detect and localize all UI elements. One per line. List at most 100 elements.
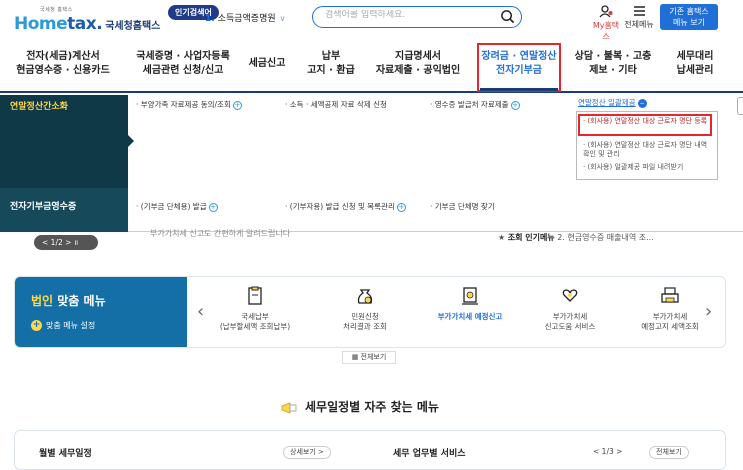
nav-label: 상담 · 불복 · 고충 [574, 51, 652, 62]
quick-sublabel: 예정고지 세액조회 [641, 322, 699, 331]
sidebar-item-donation-receipt[interactable]: 전자기부금영수증 [10, 199, 76, 212]
submenu-register-employees[interactable]: · (회사용) 연말정산 대상 근로자 명단 등록 [583, 117, 713, 126]
chevron-down-icon[interactable]: ∨ [280, 14, 286, 23]
quick-sublabel: 신고도움 서비스 [544, 322, 596, 331]
active-nav-highlight [477, 43, 561, 92]
quick-label: 부가가치세 예정신고 [437, 312, 503, 321]
link-text: · (기부자용) 발급 신청 및 목록관리 [285, 202, 395, 211]
side-scroll-tab[interactable] [737, 97, 743, 115]
quick-label: 국세납부 [241, 312, 269, 321]
all-menu-label: 전체메뉴 [624, 20, 654, 29]
user-icon [599, 5, 613, 18]
nav-item-payment-statements[interactable]: 지급명세서자료제출 · 공익법인 [370, 50, 466, 78]
popular-search-term[interactable]: 1. 소득금액증명원 ∨ [205, 11, 286, 24]
nav-item-tax-filing[interactable]: 세금신고 [244, 57, 290, 71]
link-text: 연말정산 일괄제공 [578, 98, 636, 107]
donor-request-link[interactable]: · (기부자용) 발급 신청 및 목록관리 + [285, 201, 406, 212]
receipt-icon [462, 287, 478, 305]
sidebar-item-year-end[interactable]: 연말정산간소화 [10, 99, 68, 112]
link-text: · 부양가족 자료제공 동의/조회 [136, 100, 231, 109]
carousel-prev-icon[interactable]: ‹ [197, 301, 204, 322]
search-box [312, 6, 522, 28]
nav-item-certificates[interactable]: 국세증명 · 사업자등록 세금관련 신청/신고 [128, 50, 238, 78]
monthly-schedule-title: 월별 세무일정 [39, 449, 92, 459]
quick-menu-vat-help[interactable]: 부가가치세 신고도움 서비스 [520, 285, 620, 332]
link-text: · (기부금 단체용) 발급 [136, 202, 207, 211]
all-view-label: 전체보기 [360, 353, 387, 361]
quick-label: 부가가치세 [552, 312, 588, 321]
nav-label: 전자(세금)계산서 [26, 51, 100, 62]
corp-menu-title: 법인 맞춤 메뉴 [31, 294, 106, 308]
quick-label: 부가가치세 [652, 312, 688, 321]
ticker-text: 2. 현금영수증 매출내역 조... [557, 233, 654, 242]
logo-suffix: 국세청홈택스 [105, 21, 161, 32]
all-menu-button[interactable]: 전체메뉴 [624, 5, 654, 30]
corp-menu-all-view-button[interactable]: ▦ 전체보기 [342, 351, 396, 364]
nav-item-payment[interactable]: 납부고지 · 환급 [296, 50, 366, 78]
active-nav-underline [480, 88, 558, 91]
active-section-arrow [128, 135, 134, 147]
donation-org-issue-link[interactable]: · (기부금 단체용) 발급 + [136, 201, 218, 212]
main-nav: 전자(세금)계산서현금영수증 · 신용카드 국세증명 · 사업자등록 세금관련 신… [0, 40, 743, 93]
nav-sublabel: 현금영수증 · 신용카드 [16, 65, 110, 76]
hamburger-icon [633, 6, 645, 16]
nav-sublabel: 자료제출 · 공익법인 [375, 65, 461, 76]
deduction-delete-link[interactable]: · 소득 · 세액공제 자료 삭제 신청 [285, 99, 387, 110]
quick-menu-tax-payment[interactable]: 국세납부 (납부할세액 조회납부) [205, 285, 305, 332]
nav-item-e-invoice[interactable]: 전자(세금)계산서현금영수증 · 신용카드 [16, 50, 110, 78]
dependent-consent-link[interactable]: · 부양가족 자료제공 동의/조회 + [136, 99, 242, 110]
schedule-card: 월별 세무일정 상세보기 > 세무 업무별 서비스 < 1/3 > 전체보기 [14, 430, 726, 470]
nav-item-consulting[interactable]: 상담 · 불복 · 고충제보 · 기타 [570, 50, 656, 78]
schedule-pager[interactable]: < 1/3 > [593, 447, 622, 456]
plus-icon: + [396, 202, 406, 212]
quick-sublabel: (납부할세액 조회납부) [219, 322, 291, 331]
link-text: · 영수증 발급처 자료제출 [430, 100, 509, 109]
money-bag-icon [357, 289, 373, 304]
schedule-all-view-button[interactable]: 전체보기 [649, 446, 689, 459]
detail-view-button[interactable]: 상세보기 > [283, 446, 331, 459]
nav-item-tax-agent[interactable]: 세무대리 납세관리 [662, 50, 728, 78]
quick-menu-civil-request[interactable]: 민원신청 처리결과 조회 [315, 285, 415, 332]
printer-icon [661, 287, 679, 303]
submenu-manage-employees[interactable]: · (회사용) 연말정산 대상 근로자 명단 내역 확인 및 관리 [583, 141, 713, 159]
my-hometax-button[interactable]: My홈택스 [590, 5, 622, 42]
custom-menu-setting-button[interactable]: + 맞춤 메뉴 설정 [31, 320, 95, 331]
nav-label: 지급명세서 [395, 51, 441, 62]
banner-partial-text: 부가가치세 신고도 간편하게 알려드립니다 [150, 229, 291, 238]
search-input[interactable] [325, 10, 495, 20]
grid-icon: ▦ [351, 353, 359, 361]
quick-menu-vat-preliminary[interactable]: 부가가치세 예정신고 [420, 285, 520, 322]
popular-term: 소득금액증명원 [217, 14, 276, 24]
nav-sublabel: 고지 · 환급 [307, 65, 355, 76]
receipt-submit-link[interactable]: · 영수증 발급처 자료제출 + [430, 99, 520, 110]
heart-hands-icon [562, 289, 578, 302]
donation-org-search-link[interactable]: · 기부금 단체명 찾기 [430, 201, 495, 212]
old-menu-line2: 메뉴 보기 [673, 18, 705, 27]
logo-small-text: 국세청 홈택스 [40, 7, 73, 13]
logo-brand: Hometax. [14, 14, 103, 34]
hometax-logo[interactable]: 국세청 홈택스 Hometax. 국세청홈택스 [14, 6, 160, 34]
dropdown-sidebar: 연말정산간소화 전자기부금영수증 [0, 95, 128, 232]
quick-sublabel: 처리결과 조회 [343, 322, 387, 331]
corp-menu-header: 법인 맞춤 메뉴 + 맞춤 메뉴 설정 [15, 277, 187, 347]
plus-icon: + [232, 100, 242, 110]
mega-menu-dropdown: 연말정산간소화 전자기부금영수증 · 부양가족 자료제공 동의/조회 + · 소득… [0, 95, 743, 232]
my-hometax-label: My홈택스 [592, 21, 620, 41]
nav-sublabel: 제보 · 기타 [589, 65, 637, 76]
old-menu-button[interactable]: 기존 홈택스 메뉴 보기 [660, 4, 718, 30]
nav-sublabel: 세금관련 신청/신고 [142, 65, 224, 76]
collapse-icon: − [637, 98, 647, 108]
nav-label: 세무대리 [676, 51, 714, 62]
bulk-provide-link[interactable]: 연말정산 일괄제공 − [578, 97, 647, 108]
quick-menu-vat-notice[interactable]: 부가가치세 예정고지 세액조회 [620, 285, 720, 332]
plus-icon: + [510, 100, 520, 110]
banner-pager[interactable]: < 1/2 > ॥ [34, 235, 98, 250]
popular-rank: 1. [205, 14, 215, 24]
corp-custom-menu: 법인 맞춤 메뉴 + 맞춤 메뉴 설정 ‹ › 국세납부 (납부할세액 조회납부)… [14, 276, 726, 348]
old-menu-line1: 기존 홈택스 [669, 7, 709, 16]
search-icon[interactable] [500, 9, 515, 24]
site-header: 국세청 홈택스 Hometax. 국세청홈택스 인기검색어 1. 소득금액증명원 ∨… [0, 0, 743, 42]
nav-label: 납부 [321, 51, 341, 62]
popular-menu-ticker[interactable]: ★ 조회 인기메뉴 2. 현금영수증 매출내역 조... [498, 232, 654, 243]
submenu-download-file[interactable]: · (회사용) 일괄제공 파일 내려받기 [583, 163, 713, 172]
